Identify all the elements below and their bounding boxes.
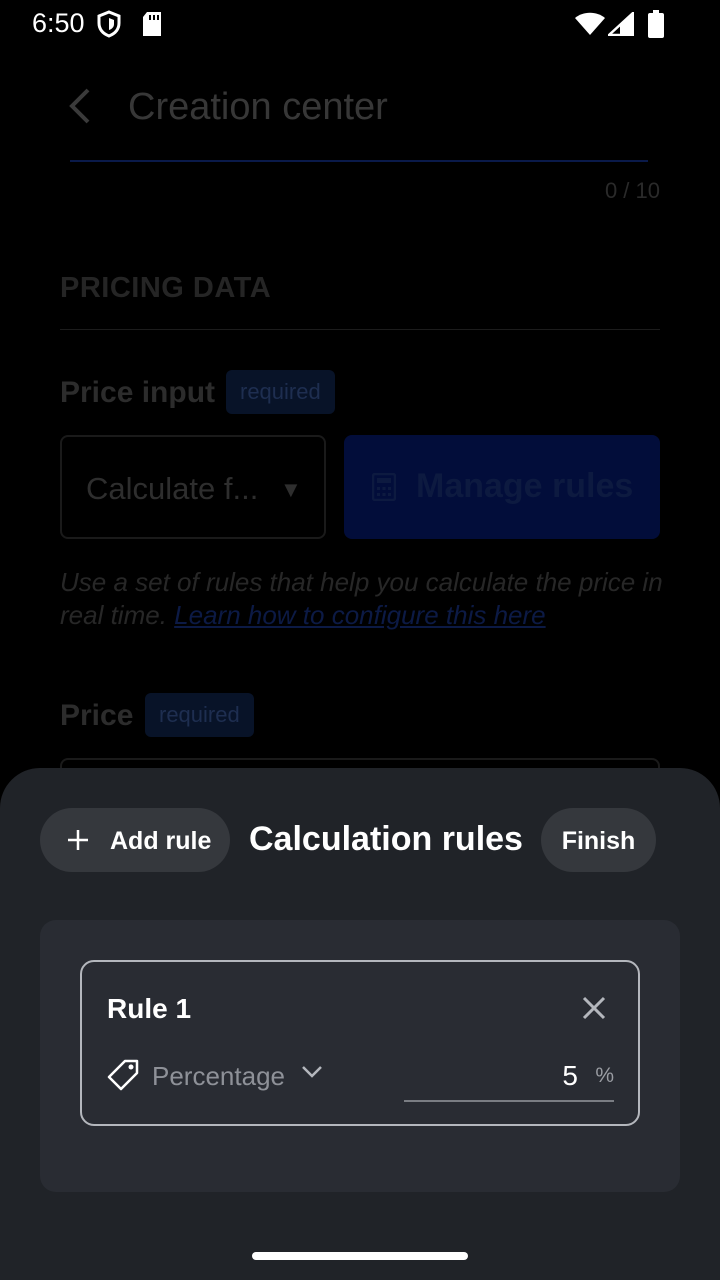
page-title: Creation center: [128, 86, 388, 128]
title-underline: [70, 160, 648, 162]
tag-icon: [106, 1058, 140, 1097]
finish-button[interactable]: Finish: [541, 808, 656, 872]
help-link[interactable]: Learn how to configure this here: [174, 600, 545, 630]
character-counter: 0 / 10: [604, 178, 660, 203]
background-page: Creation center 0 / 10 PRICING DATA Pric…: [0, 48, 720, 778]
close-icon[interactable]: [581, 995, 607, 1026]
sheet-title: Calculation rules: [249, 820, 523, 858]
plus-icon: [66, 828, 90, 857]
rule-unit: %: [595, 1064, 614, 1087]
signal-icon: [605, 10, 635, 41]
price-input-label: Price input: [60, 376, 216, 409]
add-rule-button[interactable]: Add rule: [40, 808, 230, 872]
calculation-rules-sheet: Add rule Calculation rules Finish Rule 1…: [0, 768, 720, 1280]
rule-type-select[interactable]: Percentage: [152, 1061, 285, 1092]
sd-card-icon: [141, 11, 163, 42]
rule-title: Rule 1: [107, 993, 192, 1024]
manage-rules-label: Manage rules: [416, 467, 634, 505]
manage-rules-button[interactable]: Manage rules: [344, 435, 660, 539]
rule-card: Rule 1 Percentage 5 %: [80, 960, 640, 1126]
home-indicator[interactable]: [252, 1252, 468, 1260]
back-arrow-icon[interactable]: [64, 86, 94, 131]
rule-value: 5: [562, 1060, 578, 1091]
battery-icon: [648, 10, 664, 43]
wifi-icon: [574, 12, 606, 41]
add-rule-label: Add rule: [110, 827, 212, 855]
required-badge: required: [145, 693, 254, 737]
section-divider: [60, 329, 660, 330]
price-label: Price: [60, 699, 134, 732]
status-time: 6:50: [32, 8, 85, 38]
shield-icon: [96, 10, 122, 43]
select-value: Calculate f...: [86, 471, 259, 506]
status-bar: 6:50: [0, 0, 720, 48]
calculator-icon: [371, 472, 397, 506]
caret-down-icon: ▼: [280, 477, 302, 502]
section-title: PRICING DATA: [60, 272, 272, 304]
rules-panel: Rule 1 Percentage 5 %: [40, 920, 680, 1192]
finish-label: Finish: [561, 827, 636, 855]
required-badge: required: [226, 370, 335, 414]
help-text: Use a set of rules that help you calcula…: [60, 566, 670, 632]
rule-value-input[interactable]: 5 %: [404, 1048, 614, 1102]
chevron-down-icon[interactable]: [301, 1065, 323, 1084]
price-input-select[interactable]: Calculate f... ▼: [60, 435, 326, 539]
